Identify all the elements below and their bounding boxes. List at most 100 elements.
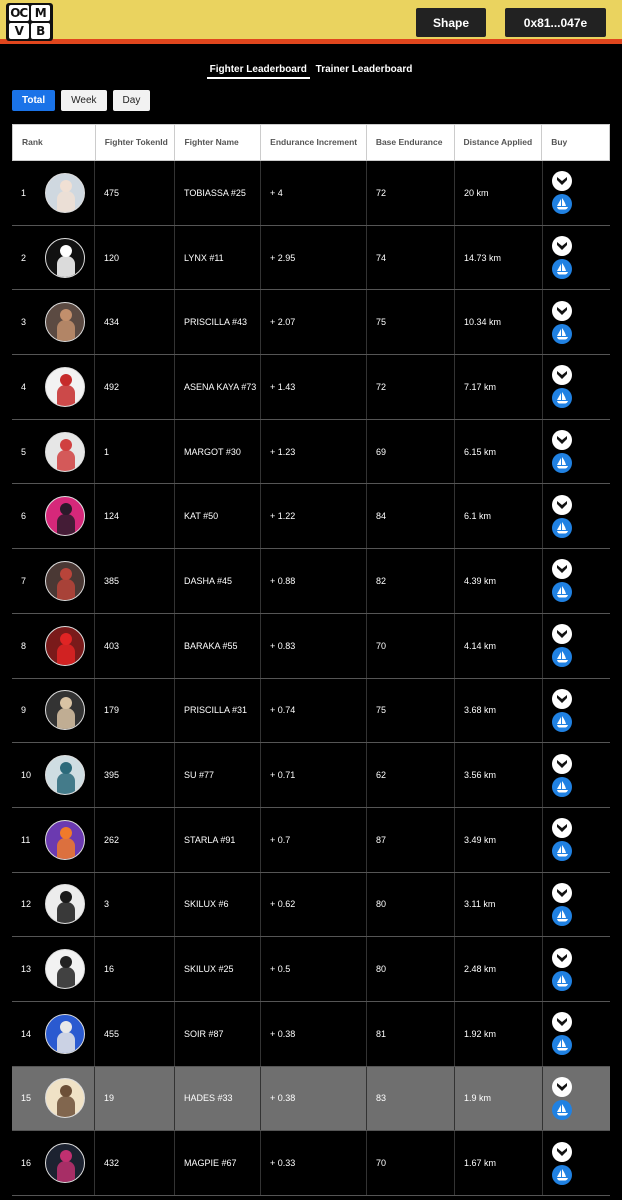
endurance-increment-cell: + 0.5 (261, 937, 367, 1001)
range-total-button[interactable]: Total (12, 90, 56, 111)
fighter-avatar[interactable] (45, 949, 85, 990)
buy-cell (543, 873, 610, 937)
base-endurance-cell: 80 (367, 937, 455, 1001)
header-rank[interactable]: Rank (13, 125, 96, 160)
blur-marketplace-icon[interactable] (552, 624, 572, 645)
fighter-avatar[interactable] (45, 1143, 85, 1184)
rank-value: 4 (21, 381, 27, 392)
opensea-sailboat-icon[interactable] (552, 711, 572, 732)
fighter-avatar[interactable] (45, 237, 85, 278)
fighter-avatar[interactable] (45, 1013, 85, 1054)
fighter-avatar[interactable] (45, 1078, 85, 1119)
opensea-sailboat-icon[interactable] (552, 647, 572, 668)
table-row[interactable]: 6 124 KAT #50 + 1.22 84 6.1 km (12, 484, 610, 550)
opensea-sailboat-icon[interactable] (552, 970, 572, 991)
fighter-avatar[interactable] (45, 690, 85, 731)
blur-marketplace-icon[interactable] (552, 882, 572, 903)
opensea-sailboat-icon[interactable] (552, 841, 572, 862)
fighter-avatar[interactable] (45, 625, 85, 666)
blur-marketplace-icon[interactable] (552, 365, 572, 386)
blur-marketplace-icon[interactable] (552, 753, 572, 774)
token-id-cell: 179 (95, 678, 175, 743)
base-endurance-cell: 70 (367, 1131, 455, 1195)
opensea-sailboat-icon[interactable] (552, 1164, 572, 1185)
table-row[interactable]: 15 19 HADES #33 + 0.38 83 1.9 km (12, 1066, 610, 1132)
table-row[interactable]: 1 475 TOBIASSA #25 + 4 72 20 km (12, 161, 610, 226)
rank-cell: 12 (12, 872, 95, 937)
table-row[interactable]: 7 385 DASHA #45 + 0.88 82 4.39 km (12, 549, 610, 614)
opensea-sailboat-icon[interactable] (552, 323, 572, 344)
base-endurance-cell: 72 (367, 355, 455, 419)
opensea-sailboat-icon[interactable] (552, 1099, 572, 1120)
opensea-sailboat-icon[interactable] (552, 905, 572, 926)
fighter-avatar[interactable] (45, 496, 85, 537)
tab-fighter-leaderboard[interactable]: Fighter Leaderboard (206, 62, 310, 79)
range-week-button[interactable]: Week (61, 90, 107, 111)
shape-network-button[interactable]: Shape (416, 8, 486, 37)
opensea-sailboat-icon[interactable] (552, 1035, 572, 1056)
opensea-sailboat-icon[interactable] (552, 388, 572, 409)
blur-marketplace-icon[interactable] (552, 494, 572, 515)
fighter-avatar[interactable] (45, 172, 85, 213)
blur-marketplace-icon[interactable] (552, 236, 572, 257)
blur-marketplace-icon[interactable] (552, 1012, 572, 1033)
opensea-sailboat-icon[interactable] (552, 517, 572, 538)
rank-cell: 2 (12, 225, 95, 290)
opensea-sailboat-icon[interactable] (552, 259, 572, 280)
figure-body (57, 449, 75, 471)
table-row[interactable]: 11 262 STARLA #91 + 0.7 87 3.49 km (12, 807, 610, 873)
header-fighter-name[interactable]: Fighter Name (175, 125, 262, 160)
base-endurance-cell: 70 (367, 613, 455, 678)
header-endurance-increment[interactable]: Endurance Increment (261, 125, 367, 160)
fighter-avatar[interactable] (45, 755, 85, 796)
header-base-endurance[interactable]: Base Endurance (367, 125, 455, 160)
figure-body (57, 1031, 75, 1053)
table-row[interactable]: 8 403 BARAKA #55 + 0.83 70 4.14 km (12, 613, 610, 679)
blur-marketplace-icon[interactable] (552, 1076, 572, 1097)
tab-trainer-leaderboard[interactable]: Trainer Leaderboard (313, 62, 416, 77)
blur-marketplace-icon[interactable] (552, 430, 572, 451)
table-row[interactable]: 16 432 MAGPIE #67 + 0.33 70 1.67 km (12, 1131, 610, 1196)
figure-body (57, 643, 75, 665)
table-row[interactable]: 10 395 SU #77 + 0.71 62 3.56 km (12, 743, 610, 808)
opensea-sailboat-icon[interactable] (552, 194, 572, 215)
blur-marketplace-icon[interactable] (552, 171, 572, 192)
blur-marketplace-icon[interactable] (552, 300, 572, 321)
fighter-avatar[interactable] (45, 819, 85, 860)
opensea-sailboat-icon[interactable] (552, 453, 572, 474)
fighter-avatar[interactable] (45, 431, 85, 472)
blur-marketplace-icon[interactable] (552, 1141, 572, 1162)
blur-marketplace-icon[interactable] (552, 559, 572, 580)
figure-body (57, 967, 75, 989)
buy-cell (543, 1002, 610, 1066)
blur-marketplace-icon[interactable] (552, 688, 572, 709)
fighter-avatar[interactable] (45, 366, 85, 407)
header-distance-applied[interactable]: Distance Applied (455, 125, 543, 160)
table-row[interactable]: 9 179 PRISCILLA #31 + 0.74 75 3.68 km (12, 678, 610, 744)
token-id-cell: 120 (95, 225, 175, 290)
range-day-button[interactable]: Day (112, 90, 151, 111)
fighter-avatar[interactable] (45, 302, 85, 343)
wallet-address-button[interactable]: 0x81...047e (505, 8, 606, 37)
table-row[interactable]: 12 3 SKILUX #6 + 0.62 80 3.11 km (12, 872, 610, 938)
opensea-sailboat-icon[interactable] (552, 776, 572, 797)
opensea-sailboat-icon[interactable] (552, 582, 572, 603)
ocmb-logo[interactable]: OC M V B (6, 3, 53, 41)
header-fighter-tokenid[interactable]: Fighter TokenId (96, 125, 176, 160)
table-row[interactable]: 2 120 LYNX #11 + 2.95 74 14.73 km (12, 225, 610, 291)
endurance-increment-cell: + 0.74 (261, 678, 367, 743)
token-id-cell: 403 (95, 613, 175, 678)
blur-marketplace-icon[interactable] (552, 947, 572, 968)
table-row[interactable]: 5 1 MARGOT #30 + 1.23 69 6.15 km (12, 419, 610, 485)
fighter-avatar[interactable] (45, 884, 85, 925)
table-row[interactable]: 3 434 PRISCILLA #43 + 2.07 75 10.34 km (12, 290, 610, 356)
rank-value: 1 (21, 187, 27, 198)
table-row[interactable]: 14 455 SOIR #87 + 0.38 81 1.92 km (12, 1001, 610, 1067)
distance-applied-cell: 4.39 km (455, 549, 543, 613)
fighter-figure (46, 368, 84, 406)
figure-body (57, 320, 75, 342)
blur-marketplace-icon[interactable] (552, 818, 572, 839)
fighter-avatar[interactable] (45, 560, 85, 601)
table-row[interactable]: 13 16 SKILUX #25 + 0.5 80 2.48 km (12, 937, 610, 1002)
table-row[interactable]: 4 492 ASENA KAYA #73 + 1.43 72 7.17 km (12, 355, 610, 420)
